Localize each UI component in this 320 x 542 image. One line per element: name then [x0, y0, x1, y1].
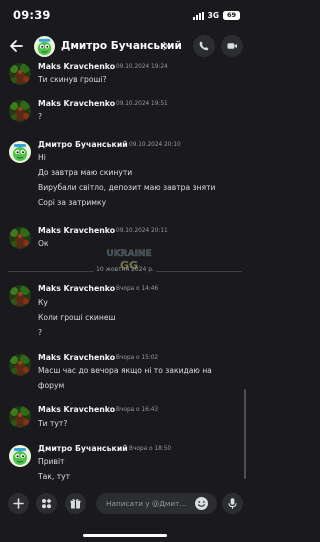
signal-icon: [192, 11, 204, 20]
message-timestamp: Вчора о 16:43: [116, 407, 159, 413]
message-author[interactable]: Maks Kravchenko: [38, 226, 115, 235]
message-text: Ку: [38, 298, 48, 307]
message-text: Сорі за затримку: [38, 198, 107, 207]
phone-icon: [199, 41, 209, 51]
svg-text:GG: GG: [120, 259, 138, 272]
video-icon: [227, 43, 237, 49]
avatar[interactable]: [9, 227, 31, 249]
avatar[interactable]: [9, 63, 31, 85]
message-input[interactable]: Написати у @Дмит...: [96, 493, 217, 514]
svg-text:UKRAINE: UKRAINE: [106, 249, 151, 259]
message-text: Ок: [38, 239, 49, 248]
message-text: Ти скинув гроші?: [38, 75, 107, 84]
apps-button[interactable]: [36, 493, 57, 514]
message-timestamp: 09.10.2024 20:10: [129, 142, 181, 148]
message-author[interactable]: Maks Kravchenko: [38, 353, 115, 362]
chevron-right-icon[interactable]: [162, 41, 170, 51]
message-timestamp: Вчора о 18:50: [129, 446, 172, 452]
scrollbar[interactable]: [244, 389, 246, 479]
network-type: 3G: [207, 11, 219, 20]
video-call-button[interactable]: [221, 35, 243, 57]
status-indicators: 3G 69: [192, 10, 240, 21]
message-input-placeholder: Написати у @Дмит...: [106, 499, 187, 508]
message-text: Ні: [38, 153, 46, 162]
voice-message-button[interactable]: [222, 493, 243, 514]
message-text: Масш час до вечора якщо ні то закидаю на: [38, 366, 212, 375]
watermark-logo: UKRAINE GG: [106, 249, 152, 272]
message-text: Привіт: [38, 457, 65, 466]
message-text: Вирубали світло, депозит маю завтра знят…: [38, 183, 216, 192]
message-text: До завтра маю скинути: [38, 168, 133, 177]
message-timestamp: 09.10.2024 19:24: [116, 64, 168, 70]
avatar[interactable]: [9, 445, 31, 467]
avatar[interactable]: [9, 141, 31, 163]
message-list[interactable]: Maks Kravchenko 09.10.2024 19:24 Ти скин…: [0, 61, 250, 483]
message-author[interactable]: Дмитро Бучанський: [38, 140, 128, 149]
message-text: форум: [38, 381, 65, 390]
home-indicator: [83, 534, 167, 537]
message-author[interactable]: Maks Kravchenko: [38, 62, 115, 71]
status-time: 09:39: [13, 8, 51, 22]
status-bar: 09:39 3G 69: [0, 0, 250, 30]
add-attachment-button[interactable]: [8, 493, 29, 514]
message-text: ?: [38, 112, 43, 121]
message-text: Так, тут: [38, 472, 71, 481]
battery-icon: 69: [223, 11, 240, 20]
gift-button[interactable]: [65, 493, 86, 514]
avatar[interactable]: [9, 285, 31, 307]
apps-icon: [42, 498, 52, 509]
chat-header: Дмитро Бучанський: [0, 31, 250, 61]
message-text: Ти тут?: [38, 419, 68, 428]
message-text: Коли гроші скинеш: [38, 313, 116, 322]
message-text: ?: [38, 328, 43, 337]
emoji-icon[interactable]: [194, 496, 209, 511]
message-author[interactable]: Maks Kravchenko: [38, 284, 115, 293]
gift-icon: [70, 498, 81, 509]
message-timestamp: 09.10.2024 20:11: [116, 228, 168, 234]
call-button[interactable]: [193, 35, 215, 57]
plus-icon: [13, 498, 24, 509]
message-composer: Написати у @Дмит...: [0, 483, 250, 542]
message-timestamp: 09.10.2024 19:51: [116, 101, 168, 107]
message-author[interactable]: Maks Kravchenko: [38, 99, 115, 108]
avatar[interactable]: [9, 354, 31, 376]
back-arrow-icon[interactable]: [7, 37, 25, 55]
message-timestamp: Вчора о 14:46: [116, 286, 159, 292]
avatar[interactable]: [9, 406, 31, 428]
message-author[interactable]: Maks Kravchenko: [38, 405, 115, 414]
avatar[interactable]: [34, 36, 55, 57]
message-timestamp: Вчора о 15:02: [116, 355, 159, 361]
message-author[interactable]: Дмитро Бучанський: [38, 444, 128, 453]
microphone-icon: [228, 498, 237, 509]
avatar[interactable]: [9, 100, 31, 122]
